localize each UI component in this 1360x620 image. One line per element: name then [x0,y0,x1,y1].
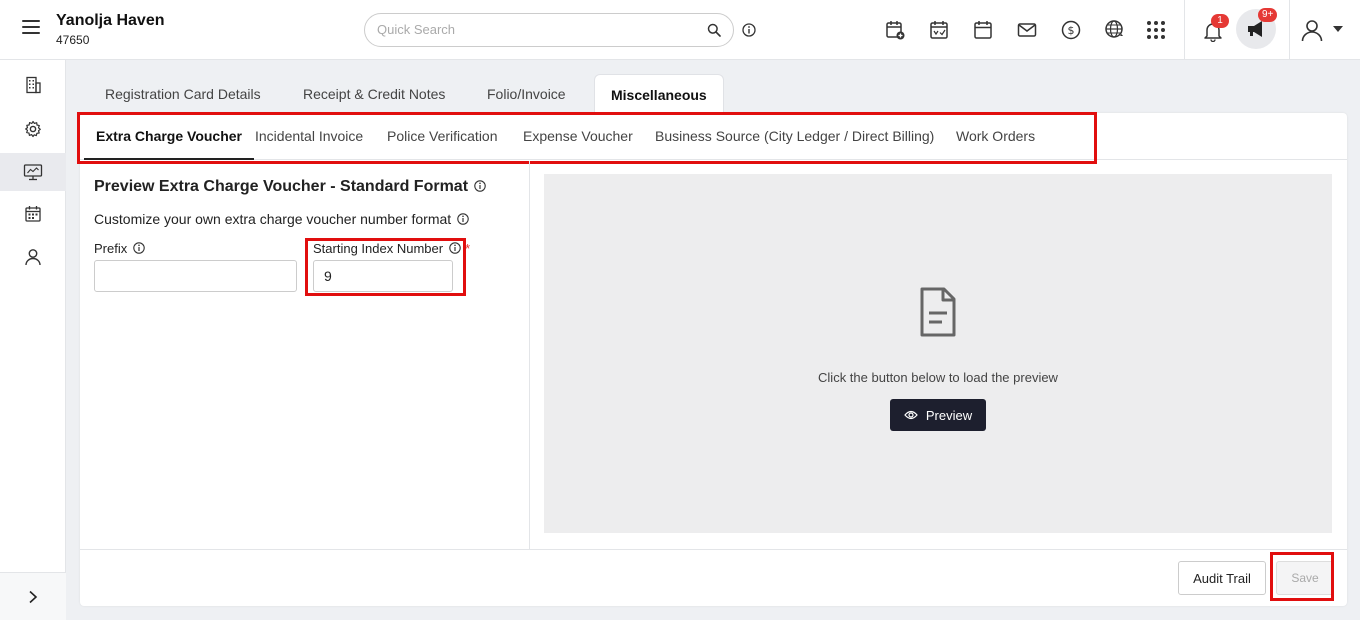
megaphone-icon [1248,21,1262,37]
user-avatar-icon[interactable] [1300,18,1324,42]
globe-icon[interactable] [1104,19,1126,41]
audit-trail-button[interactable]: Audit Trail [1178,561,1266,595]
hotel-name: Yanolja Haven [56,12,165,29]
page-title: Preview Extra Charge Voucher - Standard … [94,178,486,196]
prefix-input[interactable] [94,260,297,292]
preview-panel: Click the button below to load the previ… [544,174,1332,533]
content-card: Extra Charge Voucher Incidental Invoice … [77,112,1347,606]
sidebar-item-display[interactable] [0,153,66,191]
event-check-icon[interactable] [928,19,950,41]
hotel-id: 47650 [56,33,90,47]
svg-text:$: $ [1068,24,1075,37]
eye-icon [904,410,918,420]
dollar-icon[interactable]: $ [1060,19,1082,41]
user-icon [25,249,41,266]
top-bar: Yanolja Haven 47650 $ 1 9+ [0,0,1360,60]
prefix-label-text: Prefix [94,241,128,256]
tab-receipt-credit-notes[interactable]: Receipt & Credit Notes [287,74,461,112]
search-input[interactable] [377,22,697,37]
highlight-subtabs [77,112,1097,164]
menu-icon[interactable] [22,20,40,34]
settings-gear-icon [25,120,41,138]
preview-hint: Click the button below to load the previ… [818,370,1058,385]
toolbar-divider [1184,0,1185,60]
highlight-index-field [305,238,466,296]
new-reservation-icon[interactable] [884,19,906,41]
prefix-label: Prefix [94,241,145,256]
toolbar-divider [1289,0,1290,60]
format-description: Customize your own extra charge voucher … [94,211,469,227]
info-icon[interactable] [457,213,469,225]
document-icon [920,287,956,337]
format-description-text: Customize your own extra charge voucher … [94,211,452,227]
sidebar-expand-button[interactable] [0,572,66,620]
info-icon[interactable] [133,242,145,254]
caret-down-icon[interactable] [1333,26,1343,32]
apps-grid-icon[interactable] [1145,19,1167,41]
page-title-text: Preview Extra Charge Voucher - Standard … [94,178,469,195]
left-sidebar [0,60,66,620]
sidebar-item-property[interactable] [0,66,66,104]
mail-icon[interactable] [1016,19,1038,41]
sidebar-item-settings[interactable] [0,110,66,148]
highlight-save-button [1270,552,1334,601]
info-icon[interactable] [474,180,486,192]
calendar-icon[interactable] [972,19,994,41]
sidebar-item-calendar[interactable] [0,195,66,233]
quick-search [364,13,734,47]
preview-button[interactable]: Preview [890,399,986,431]
search-icon[interactable] [707,23,721,37]
tab-folio-invoice[interactable]: Folio/Invoice [471,74,582,112]
settings-pane: Preview Extra Charge Voucher - Standard … [80,161,530,549]
calendar-grid-icon [25,206,41,222]
building-icon [26,76,41,94]
announcement-badge: 9+ [1258,8,1278,22]
chevron-right-icon [29,590,38,603]
tab-registration-card[interactable]: Registration Card Details [89,74,277,112]
notification-badge: 1 [1211,14,1229,28]
sidebar-item-users[interactable] [0,238,66,276]
info-icon[interactable] [742,23,756,37]
footer-bar: Audit Trail Save [80,549,1347,606]
preview-button-label: Preview [925,407,973,423]
tab-miscellaneous[interactable]: Miscellaneous [594,74,724,114]
monitor-icon [23,164,43,181]
